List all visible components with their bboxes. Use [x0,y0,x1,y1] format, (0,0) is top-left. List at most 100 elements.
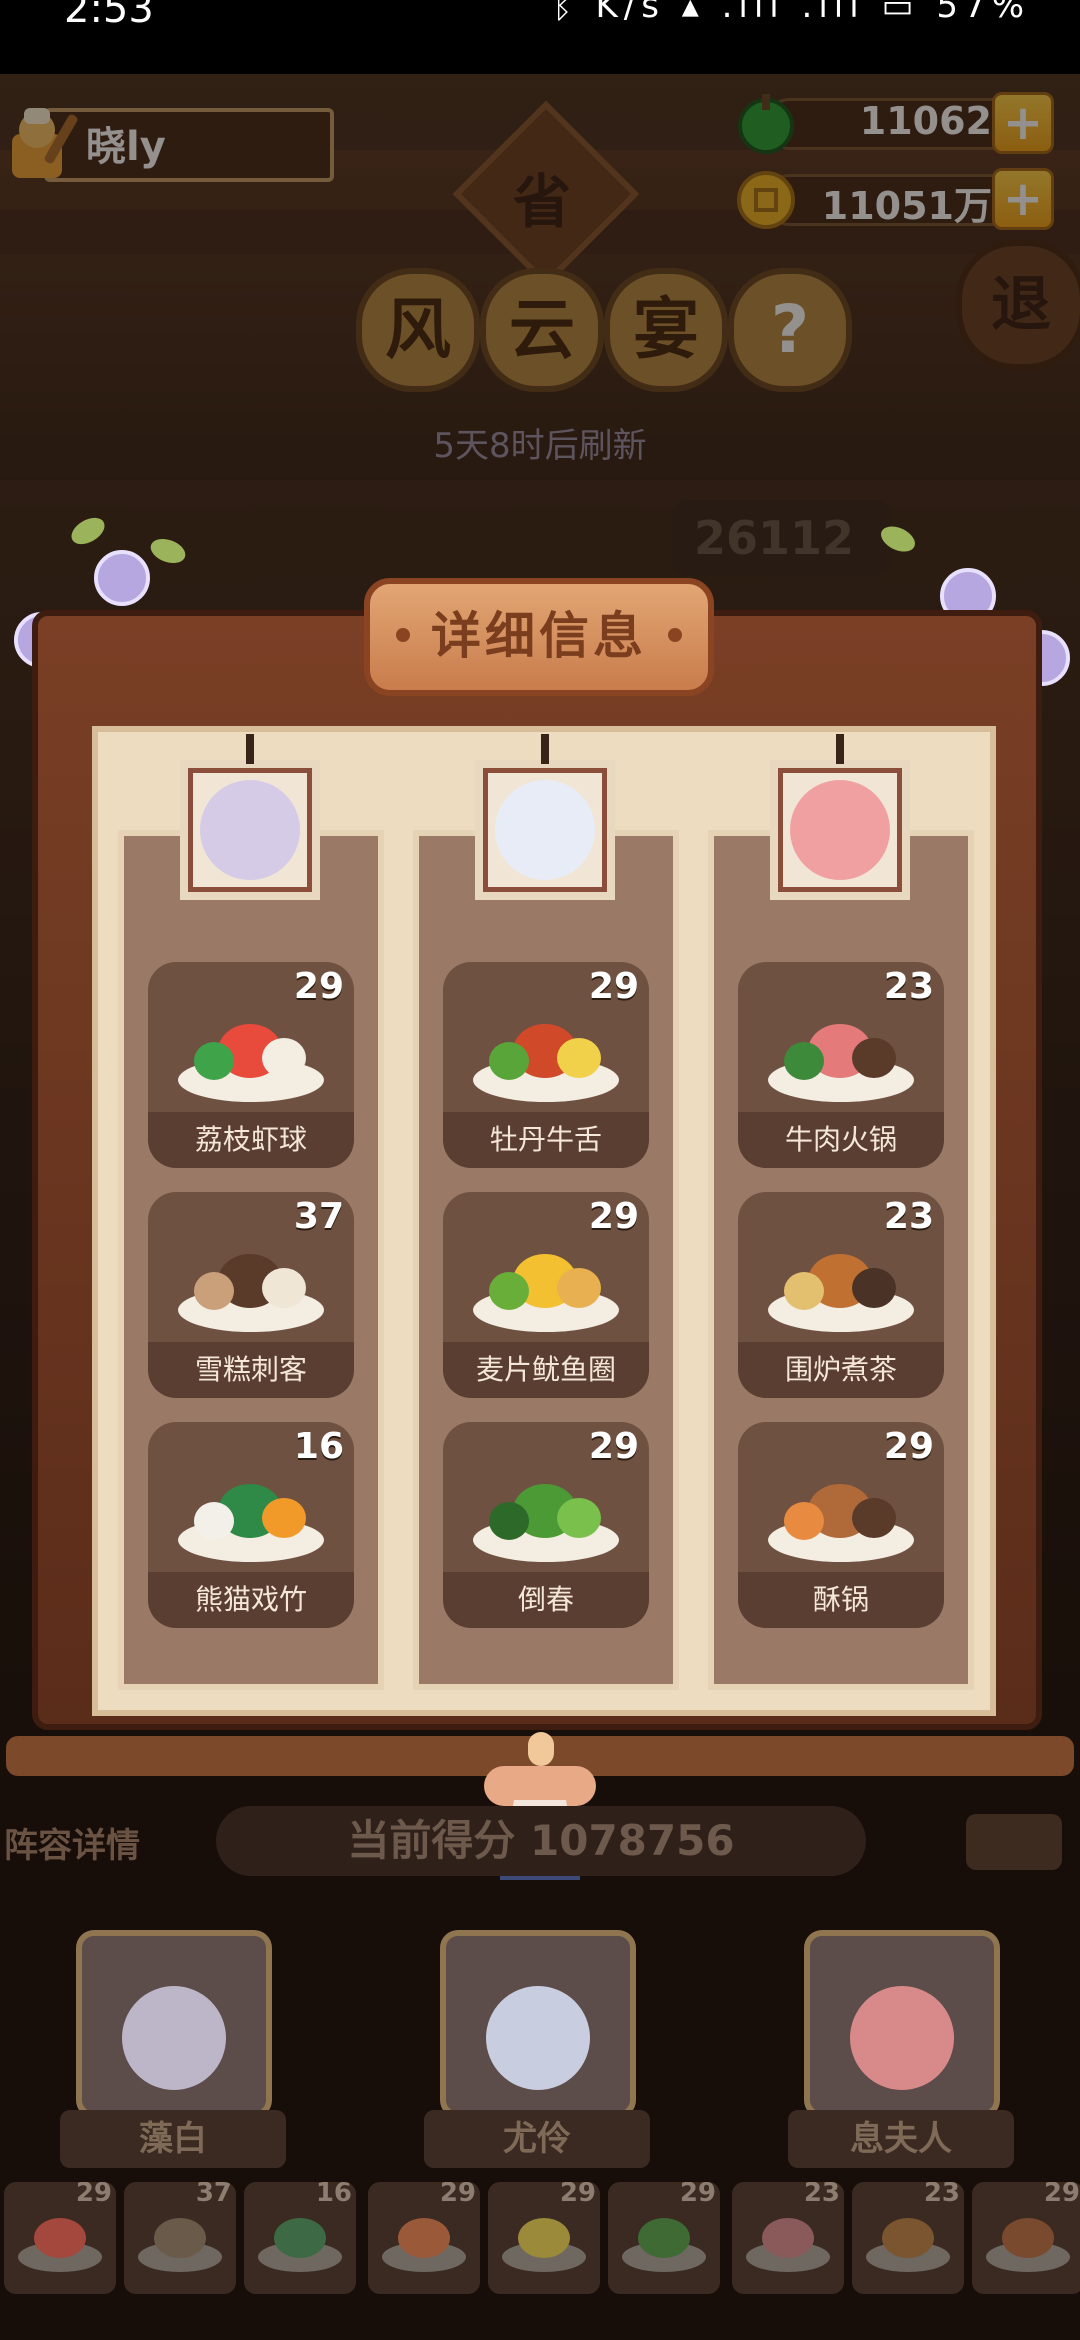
detail-panel-title-text: 详细信息 [431,607,647,665]
detail-panel-title: 详细信息 [364,578,714,696]
dish-name: 熊猫戏竹 [148,1572,354,1628]
mini-dish-slot[interactable]: 23 [732,2182,844,2294]
dish-name: 荔枝虾球 [148,1112,354,1168]
status-icons: ᛒ K/s ▴ .ıll .ıll ▭ 57% [552,0,1030,26]
current-score: 当前得分 1078756 [216,1806,866,1876]
character-name-2: 尤伶 [424,2110,650,2168]
dish-image-icon [768,998,914,1102]
character-avatar-1 [122,1986,226,2090]
dish-food [262,1268,306,1308]
mini-dish-food-icon [154,2218,206,2258]
dish-name: 酥锅 [738,1572,944,1628]
mini-dish-food-icon [882,2218,934,2258]
red-haired-girl-portrait [790,780,890,880]
mini-dish-slot[interactable]: 23 [852,2182,964,2294]
character-card-3[interactable] [804,1930,1000,2118]
dish-food [784,1502,824,1540]
dish-food [784,1042,824,1080]
status-time: 2:53 [64,0,154,32]
knot-bead [528,1732,554,1766]
dish-image-icon [473,1228,619,1332]
flower-decoration [94,550,150,606]
dish-food [557,1268,601,1308]
mini-dish-level: 29 [439,2182,476,2208]
dish-card[interactable]: 37 雪糕刺客 [148,1192,354,1398]
dish-food [194,1042,234,1080]
purple-haired-girl-portrait [200,780,300,880]
mini-dish-slot[interactable]: 29 [4,2182,116,2294]
dish-card[interactable]: 23 牛肉火锅 [738,962,944,1168]
status-bar: 2:53 ᛒ K/s ▴ .ıll .ıll ▭ 57% [0,0,1080,74]
chef-portrait-3[interactable] [770,734,910,900]
dish-food [852,1498,896,1538]
mini-dish-level: 23 [923,2182,960,2208]
dish-food [852,1268,896,1308]
mini-dish-slot[interactable]: 29 [488,2182,600,2294]
mini-dish-food-icon [518,2218,570,2258]
mini-dish-slot[interactable]: 29 [368,2182,480,2294]
dish-food [489,1042,529,1080]
dish-food [489,1272,529,1310]
character-name-3: 息夫人 [788,2110,1014,2168]
mini-dish-level: 29 [679,2182,716,2208]
title-dot-right [668,628,682,642]
mini-dish-food-icon [34,2218,86,2258]
portrait-clip [836,734,844,764]
dish-name: 牡丹牛舌 [443,1112,649,1168]
mini-dish-level: 29 [559,2182,596,2208]
mini-dish-level: 29 [1043,2182,1080,2208]
dish-food [557,1038,601,1078]
dish-card[interactable]: 29 麦片鱿鱼圈 [443,1192,649,1398]
dish-card[interactable]: 29 荔枝虾球 [148,962,354,1168]
mini-dish-level: 37 [195,2182,232,2208]
dish-image-icon [178,1228,324,1332]
mini-dish-slot[interactable]: 29 [972,2182,1080,2294]
title-dot-left [396,628,410,642]
dish-image-icon [473,998,619,1102]
chef-portrait-2[interactable] [475,734,615,900]
mini-dish-slot[interactable]: 16 [244,2182,356,2294]
mini-dish-level: 23 [803,2182,840,2208]
dish-food [489,1502,529,1540]
dish-image-icon [768,1458,914,1562]
mini-dish-slot[interactable]: 29 [608,2182,720,2294]
character-card-1[interactable] [76,1930,272,2118]
dish-name: 牛肉火锅 [738,1112,944,1168]
mini-dish-food-icon [274,2218,326,2258]
mini-dish-slot[interactable]: 37 [124,2182,236,2294]
dish-card[interactable]: 29 酥锅 [738,1422,944,1628]
mini-dish-food-icon [762,2218,814,2258]
dish-image-icon [473,1458,619,1562]
dish-name: 雪糕刺客 [148,1342,354,1398]
dish-food [784,1272,824,1310]
mini-dish-level: 29 [75,2182,112,2208]
dish-image-icon [178,1458,324,1562]
dish-image-icon [178,998,324,1102]
character-card-2[interactable] [440,1930,636,2118]
dish-food [194,1272,234,1310]
chef-portrait-1[interactable] [180,734,320,900]
dish-card[interactable]: 23 围炉煮茶 [738,1192,944,1398]
character-avatar-3 [850,1986,954,2090]
dish-card[interactable]: 29 倒春 [443,1422,649,1628]
dish-image-icon [768,1228,914,1332]
dish-card[interactable]: 29 牡丹牛舌 [443,962,649,1168]
lineup-label: 阵容详情 [4,1826,140,1866]
dish-name: 倒春 [443,1572,649,1628]
portrait-clip [541,734,549,764]
dish-name: 麦片鱿鱼圈 [443,1342,649,1398]
dish-card[interactable]: 16 熊猫戏竹 [148,1422,354,1628]
dish-food [557,1498,601,1538]
mini-dish-level: 16 [315,2182,352,2208]
mini-dish-food-icon [638,2218,690,2258]
share-button[interactable] [966,1814,1062,1870]
dish-name: 围炉煮茶 [738,1342,944,1398]
dish-food [852,1038,896,1078]
dish-food [262,1038,306,1078]
character-name-1: 藻白 [60,2110,286,2168]
character-avatar-2 [486,1986,590,2090]
dish-food [262,1498,306,1538]
white-haired-girl-portrait [495,780,595,880]
mini-dish-food-icon [1002,2218,1054,2258]
dish-food [194,1502,234,1540]
